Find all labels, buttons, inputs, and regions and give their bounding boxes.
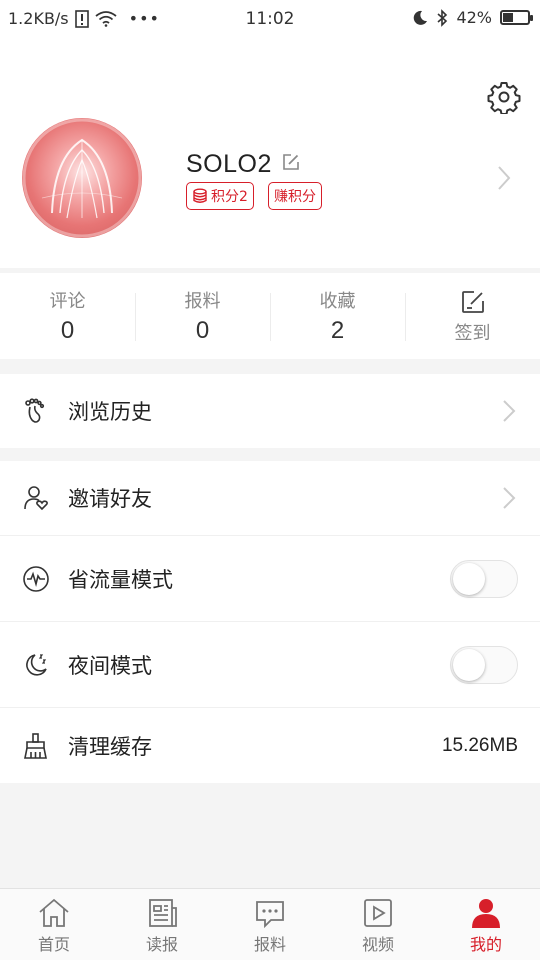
stat-value: 0 xyxy=(60,317,75,344)
bluetooth-icon xyxy=(437,8,448,27)
tab-label: 读报 xyxy=(145,935,178,954)
night-mode-row: 夜间模式 xyxy=(0,622,540,708)
clear-cache-label: 清理缓存 xyxy=(68,734,152,759)
invite-person-heart-icon xyxy=(24,486,48,511)
tab-label: 首页 xyxy=(37,935,70,954)
checkin-button[interactable]: 签到 xyxy=(405,273,540,359)
tab-label: 报料 xyxy=(253,935,286,954)
tab-video[interactable]: 视频 xyxy=(324,889,432,960)
battery-percent: 42% xyxy=(456,8,492,27)
avatar[interactable] xyxy=(22,118,142,238)
person-icon xyxy=(472,899,500,928)
invite-friends-label: 邀请好友 xyxy=(68,487,152,511)
bottom-tab-bar: 首页 读报 报料 视频 我的 xyxy=(0,888,540,960)
points-badge-label: 积分2 xyxy=(211,189,248,205)
tab-report[interactable]: 报料 xyxy=(216,889,324,960)
stat-value: 2 xyxy=(330,317,345,344)
clear-cache-row[interactable]: 清理缓存 15.26MB xyxy=(0,708,540,783)
tab-home[interactable]: 首页 xyxy=(0,889,108,960)
data-saver-label: 省流量模式 xyxy=(68,567,173,592)
video-icon xyxy=(364,899,392,927)
edit-icon[interactable] xyxy=(282,153,300,171)
chevron-right-icon[interactable] xyxy=(496,164,512,192)
tab-label: 视频 xyxy=(361,935,394,954)
profile-header[interactable]: SOLO2 积分2 赚积分 xyxy=(0,36,540,268)
pulse-icon xyxy=(23,565,49,592)
newspaper-icon xyxy=(149,899,177,927)
moon-stars-icon xyxy=(26,653,47,676)
invite-friends-row[interactable]: 邀请好友 xyxy=(0,461,540,536)
stat-reports[interactable]: 报料 0 xyxy=(135,273,270,359)
checkin-icon xyxy=(461,291,484,313)
browse-history-label: 浏览历史 xyxy=(68,400,152,424)
stats-row: 评论 0 报料 0 收藏 2 签到 xyxy=(0,273,540,359)
data-saver-row: 省流量模式 xyxy=(0,536,540,622)
moon-icon xyxy=(414,10,428,25)
chevron-right-icon xyxy=(503,487,516,509)
data-saver-toggle[interactable] xyxy=(450,559,518,598)
home-icon xyxy=(39,898,69,927)
tab-label: 我的 xyxy=(469,935,502,954)
cache-size-value: 15.26MB xyxy=(441,734,518,756)
settings-gear-icon[interactable] xyxy=(487,80,521,114)
chevron-right-icon xyxy=(503,400,516,422)
stat-label: 评论 xyxy=(49,291,86,312)
night-mode-toggle[interactable] xyxy=(450,645,518,684)
stat-comments[interactable]: 评论 0 xyxy=(0,273,135,359)
browse-history-row[interactable]: 浏览历史 xyxy=(0,374,540,448)
stat-value: 0 xyxy=(195,317,210,344)
points-badge[interactable]: 积分2 xyxy=(186,182,254,210)
night-mode-label: 夜间模式 xyxy=(68,653,152,678)
stat-favorites[interactable]: 收藏 2 xyxy=(270,273,405,359)
tab-mine[interactable]: 我的 xyxy=(432,889,540,960)
earn-points-label: 赚积分 xyxy=(274,189,316,205)
footprint-icon xyxy=(25,398,45,423)
stat-label: 报料 xyxy=(184,291,221,312)
history-group: 浏览历史 xyxy=(0,374,540,448)
broom-icon xyxy=(24,732,47,759)
stat-label: 收藏 xyxy=(319,291,356,312)
status-bar: 1.2KB/s ••• 11:02 42% xyxy=(0,0,540,36)
username: SOLO2 xyxy=(186,150,272,178)
coins-icon xyxy=(193,188,207,203)
tab-newspaper[interactable]: 读报 xyxy=(108,889,216,960)
checkin-label: 签到 xyxy=(454,323,491,344)
earn-points-badge[interactable]: 赚积分 xyxy=(268,182,322,210)
chat-bubble-icon xyxy=(256,901,284,929)
settings-group: 邀请好友 省流量模式 夜间模式 清理缓存 15.26MB xyxy=(0,461,540,783)
battery-icon xyxy=(500,10,533,25)
